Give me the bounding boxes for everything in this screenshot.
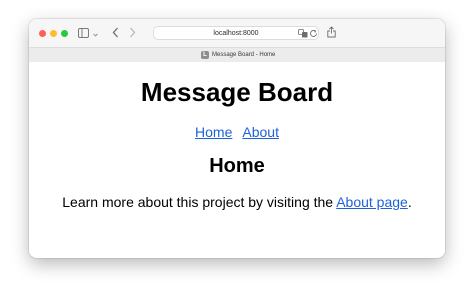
browser-toolbar: localhost:8000	[29, 19, 445, 47]
intro-text: Learn more about this project by visitin…	[62, 194, 337, 210]
close-window-button[interactable]	[39, 30, 46, 37]
page-title: Message Board	[140, 77, 334, 107]
address-bar[interactable]: localhost:8000	[153, 26, 319, 40]
tab-favicon: L	[201, 51, 209, 59]
chevron-left-icon[interactable]	[112, 27, 119, 41]
intro-period: .	[407, 194, 412, 210]
tab-bar: L Message Board - Home	[29, 47, 445, 63]
page-content: Message Board Home About Home Learn more …	[29, 62, 445, 258]
minimize-window-button[interactable]	[50, 30, 57, 37]
zoom-window-button[interactable]	[61, 30, 68, 37]
intro-paragraph: Learn more about this project by visitin…	[29, 193, 445, 211]
reload-icon[interactable]	[309, 29, 318, 41]
section-heading: Home	[209, 155, 265, 177]
nav-link-home[interactable]: Home	[195, 124, 232, 140]
tab-title[interactable]: Message Board - Home	[212, 48, 275, 62]
nav-link-about[interactable]: About	[242, 124, 279, 140]
share-icon[interactable]	[327, 26, 336, 41]
chevron-right-icon[interactable]	[129, 27, 136, 41]
site-nav: Home About	[29, 123, 445, 141]
chevron-down-icon[interactable]	[93, 30, 98, 40]
browser-window: localhost:8000 L Message Board - Home Me…	[29, 19, 445, 258]
address-text[interactable]: localhost:8000	[154, 27, 318, 40]
sidebar-icon[interactable]	[78, 28, 89, 41]
translate-icon[interactable]	[298, 29, 308, 41]
about-page-link[interactable]: About page	[336, 194, 408, 210]
